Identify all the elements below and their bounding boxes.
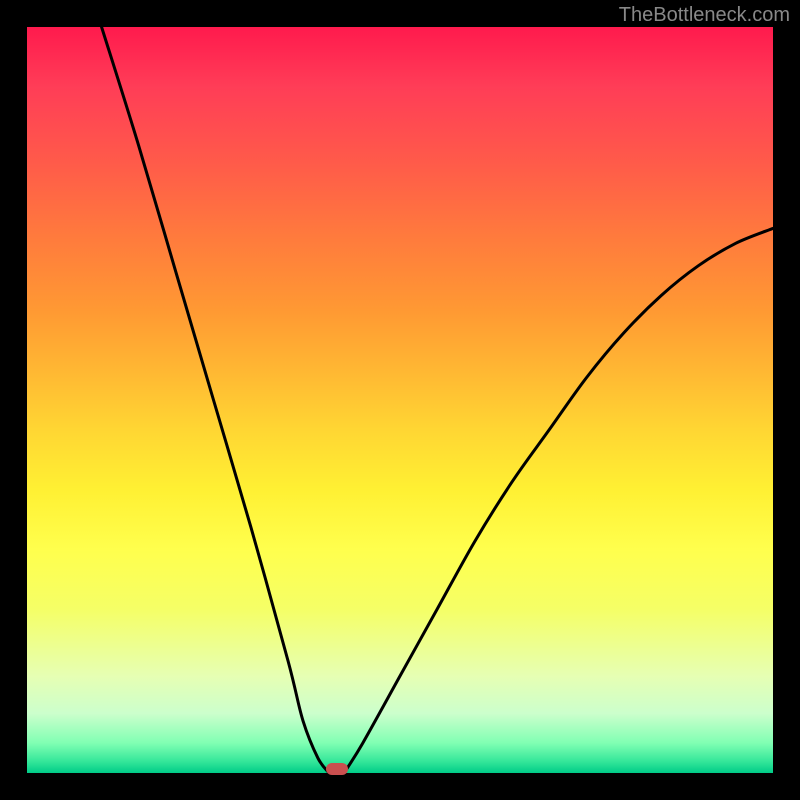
chart-plot-area xyxy=(27,27,773,773)
watermark-text: TheBottleneck.com xyxy=(619,4,790,27)
optimal-point-marker xyxy=(326,763,348,775)
curve-layer xyxy=(27,27,773,773)
right-curve xyxy=(344,228,773,773)
left-curve xyxy=(102,27,330,773)
